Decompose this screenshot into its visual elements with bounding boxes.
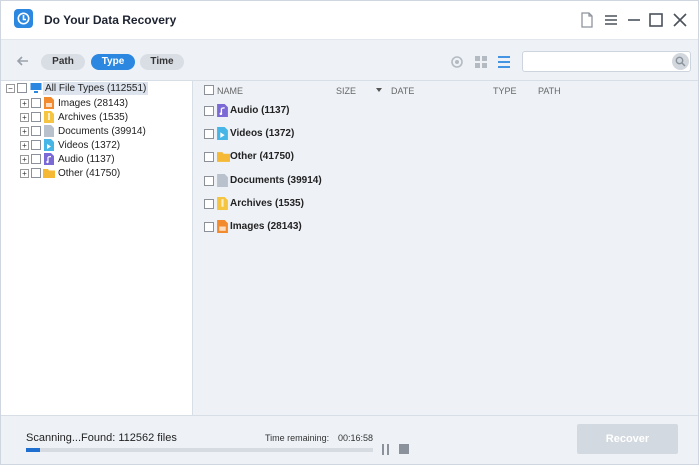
file-type-tree: − All File Types (112551) + Images (2814… [3, 81, 193, 415]
document-file-icon [217, 174, 228, 187]
menu-icon[interactable] [602, 11, 620, 29]
tree-item-videos[interactable]: + Videos (1372) [3, 139, 193, 153]
row-checkbox[interactable] [204, 106, 214, 116]
column-header-path[interactable]: PATH [538, 86, 561, 96]
scan-progress-bar [26, 448, 373, 452]
video-file-icon [217, 127, 228, 140]
computer-icon [30, 82, 42, 94]
tree-item-audio[interactable]: + Audio (1137) [3, 153, 193, 167]
tree-label: Archives (1535) [58, 112, 129, 123]
pause-icon[interactable] [381, 444, 391, 455]
row-label: Images (28143) [230, 221, 302, 232]
row-label: Videos (1372) [230, 128, 295, 139]
row-checkbox[interactable] [204, 222, 214, 232]
search-input[interactable] [522, 51, 691, 72]
tree-checkbox[interactable] [31, 98, 41, 108]
title-bar: Do Your Data Recovery [1, 1, 698, 39]
column-header-date[interactable]: DATE [391, 86, 414, 96]
maximize-icon[interactable] [647, 11, 665, 29]
tree-root-all-file-types[interactable]: − All File Types (112551) [3, 82, 193, 96]
row-checkbox[interactable] [204, 152, 214, 162]
expand-toggle[interactable]: + [20, 99, 29, 108]
tree-label: Other (41750) [58, 168, 121, 179]
scan-status-text: Scanning...Found: 112562 files [26, 432, 177, 444]
app-window: Do Your Data Recovery Path Type Time − A… [0, 0, 699, 465]
row-label: Audio (1137) [230, 105, 290, 116]
audio-file-icon [44, 153, 54, 165]
list-item-videos[interactable]: Videos (1372) [193, 124, 698, 144]
expand-toggle[interactable]: + [20, 169, 29, 178]
list-view-icon[interactable] [497, 55, 511, 69]
list-item-documents[interactable]: Documents (39914) [193, 171, 698, 191]
column-header-name[interactable]: NAME [217, 86, 243, 96]
status-bar: Scanning...Found: 112562 files Time rema… [1, 415, 698, 464]
toolbar: Path Type Time [1, 39, 698, 81]
folder-icon [43, 167, 55, 179]
document-icon[interactable] [578, 11, 596, 29]
expand-toggle[interactable]: + [20, 141, 29, 150]
list-header: NAME SIZE DATE TYPE PATH [193, 81, 698, 99]
app-title: Do Your Data Recovery [44, 13, 177, 27]
tree-checkbox[interactable] [31, 168, 41, 178]
close-icon[interactable] [671, 11, 689, 29]
tree-checkbox[interactable] [31, 154, 41, 164]
tree-label: All File Types (112551) [43, 82, 149, 95]
list-item-audio[interactable]: Audio (1137) [193, 101, 698, 121]
tree-item-documents[interactable]: + Documents (39914) [3, 125, 193, 139]
tab-path[interactable]: Path [41, 54, 85, 70]
row-checkbox[interactable] [204, 199, 214, 209]
tab-type[interactable]: Type [91, 54, 135, 70]
row-checkbox[interactable] [204, 129, 214, 139]
tree-checkbox[interactable] [17, 83, 27, 93]
search-icon[interactable] [672, 53, 689, 70]
collapse-toggle[interactable]: − [6, 84, 15, 93]
stop-icon[interactable] [399, 444, 409, 454]
tree-item-archives[interactable]: + Archives (1535) [3, 111, 193, 125]
document-file-icon [44, 125, 54, 137]
recover-button[interactable]: Recover [577, 424, 678, 454]
preview-icon[interactable] [450, 55, 464, 69]
tree-item-other[interactable]: + Other (41750) [3, 167, 193, 181]
tree-label: Documents (39914) [58, 126, 146, 137]
tab-time[interactable]: Time [140, 54, 184, 70]
tree-label: Videos (1372) [58, 140, 121, 151]
back-arrow-icon[interactable] [13, 51, 33, 71]
minimize-icon[interactable] [625, 11, 643, 29]
image-file-icon [217, 220, 228, 233]
expand-toggle[interactable]: + [20, 113, 29, 122]
expand-toggle[interactable]: + [20, 155, 29, 164]
expand-toggle[interactable]: + [20, 127, 29, 136]
archive-file-icon [217, 197, 228, 210]
archive-file-icon [44, 111, 54, 123]
column-header-type[interactable]: TYPE [493, 86, 517, 96]
row-checkbox[interactable] [204, 176, 214, 186]
row-label: Archives (1535) [230, 198, 304, 209]
tree-checkbox[interactable] [31, 140, 41, 150]
video-file-icon [44, 139, 54, 151]
app-logo-icon [14, 9, 33, 28]
column-header-size[interactable]: SIZE [336, 86, 356, 96]
audio-file-icon [217, 104, 228, 117]
sort-caret-icon[interactable] [376, 88, 382, 92]
tree-checkbox[interactable] [31, 112, 41, 122]
row-label: Documents (39914) [230, 175, 322, 186]
folder-icon [217, 150, 230, 163]
select-all-checkbox[interactable] [204, 85, 214, 95]
list-item-other[interactable]: Other (41750) [193, 147, 698, 167]
grid-view-icon[interactable] [474, 55, 488, 69]
time-remaining-value: 00:16:58 [338, 433, 374, 443]
tree-label: Images (28143) [58, 98, 129, 109]
scan-progress-fill [26, 448, 40, 452]
tree-checkbox[interactable] [31, 126, 41, 136]
tree-item-images[interactable]: + Images (28143) [3, 97, 193, 111]
file-list-panel: NAME SIZE DATE TYPE PATH Audio (1137) Vi… [193, 81, 698, 415]
time-remaining-label: Time remaining: [265, 433, 330, 443]
list-item-archives[interactable]: Archives (1535) [193, 194, 698, 214]
list-item-images[interactable]: Images (28143) [193, 217, 698, 237]
row-label: Other (41750) [230, 151, 294, 162]
image-file-icon [44, 97, 54, 109]
tree-label: Audio (1137) [58, 154, 115, 165]
